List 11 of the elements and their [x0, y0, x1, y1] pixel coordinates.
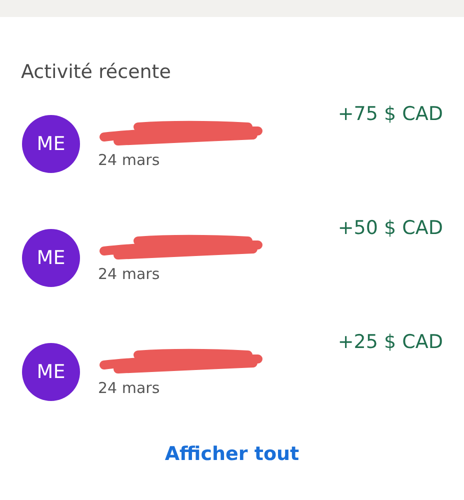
show-all-link[interactable]: Afficher tout — [164, 443, 300, 465]
avatar-initials: ME — [22, 229, 80, 287]
transaction-amount: +50 $ CAD — [338, 217, 443, 239]
section-title: Activité récente — [21, 61, 171, 83]
transaction-amount: +75 $ CAD — [338, 103, 443, 125]
avatar-initials: ME — [22, 115, 80, 173]
transaction-date: 24 mars — [98, 265, 161, 283]
avatar-initials: ME — [22, 343, 80, 401]
transaction-amount: +25 $ CAD — [338, 331, 443, 353]
transaction-date: 24 mars — [98, 379, 161, 397]
transaction-date: 24 mars — [98, 151, 161, 169]
